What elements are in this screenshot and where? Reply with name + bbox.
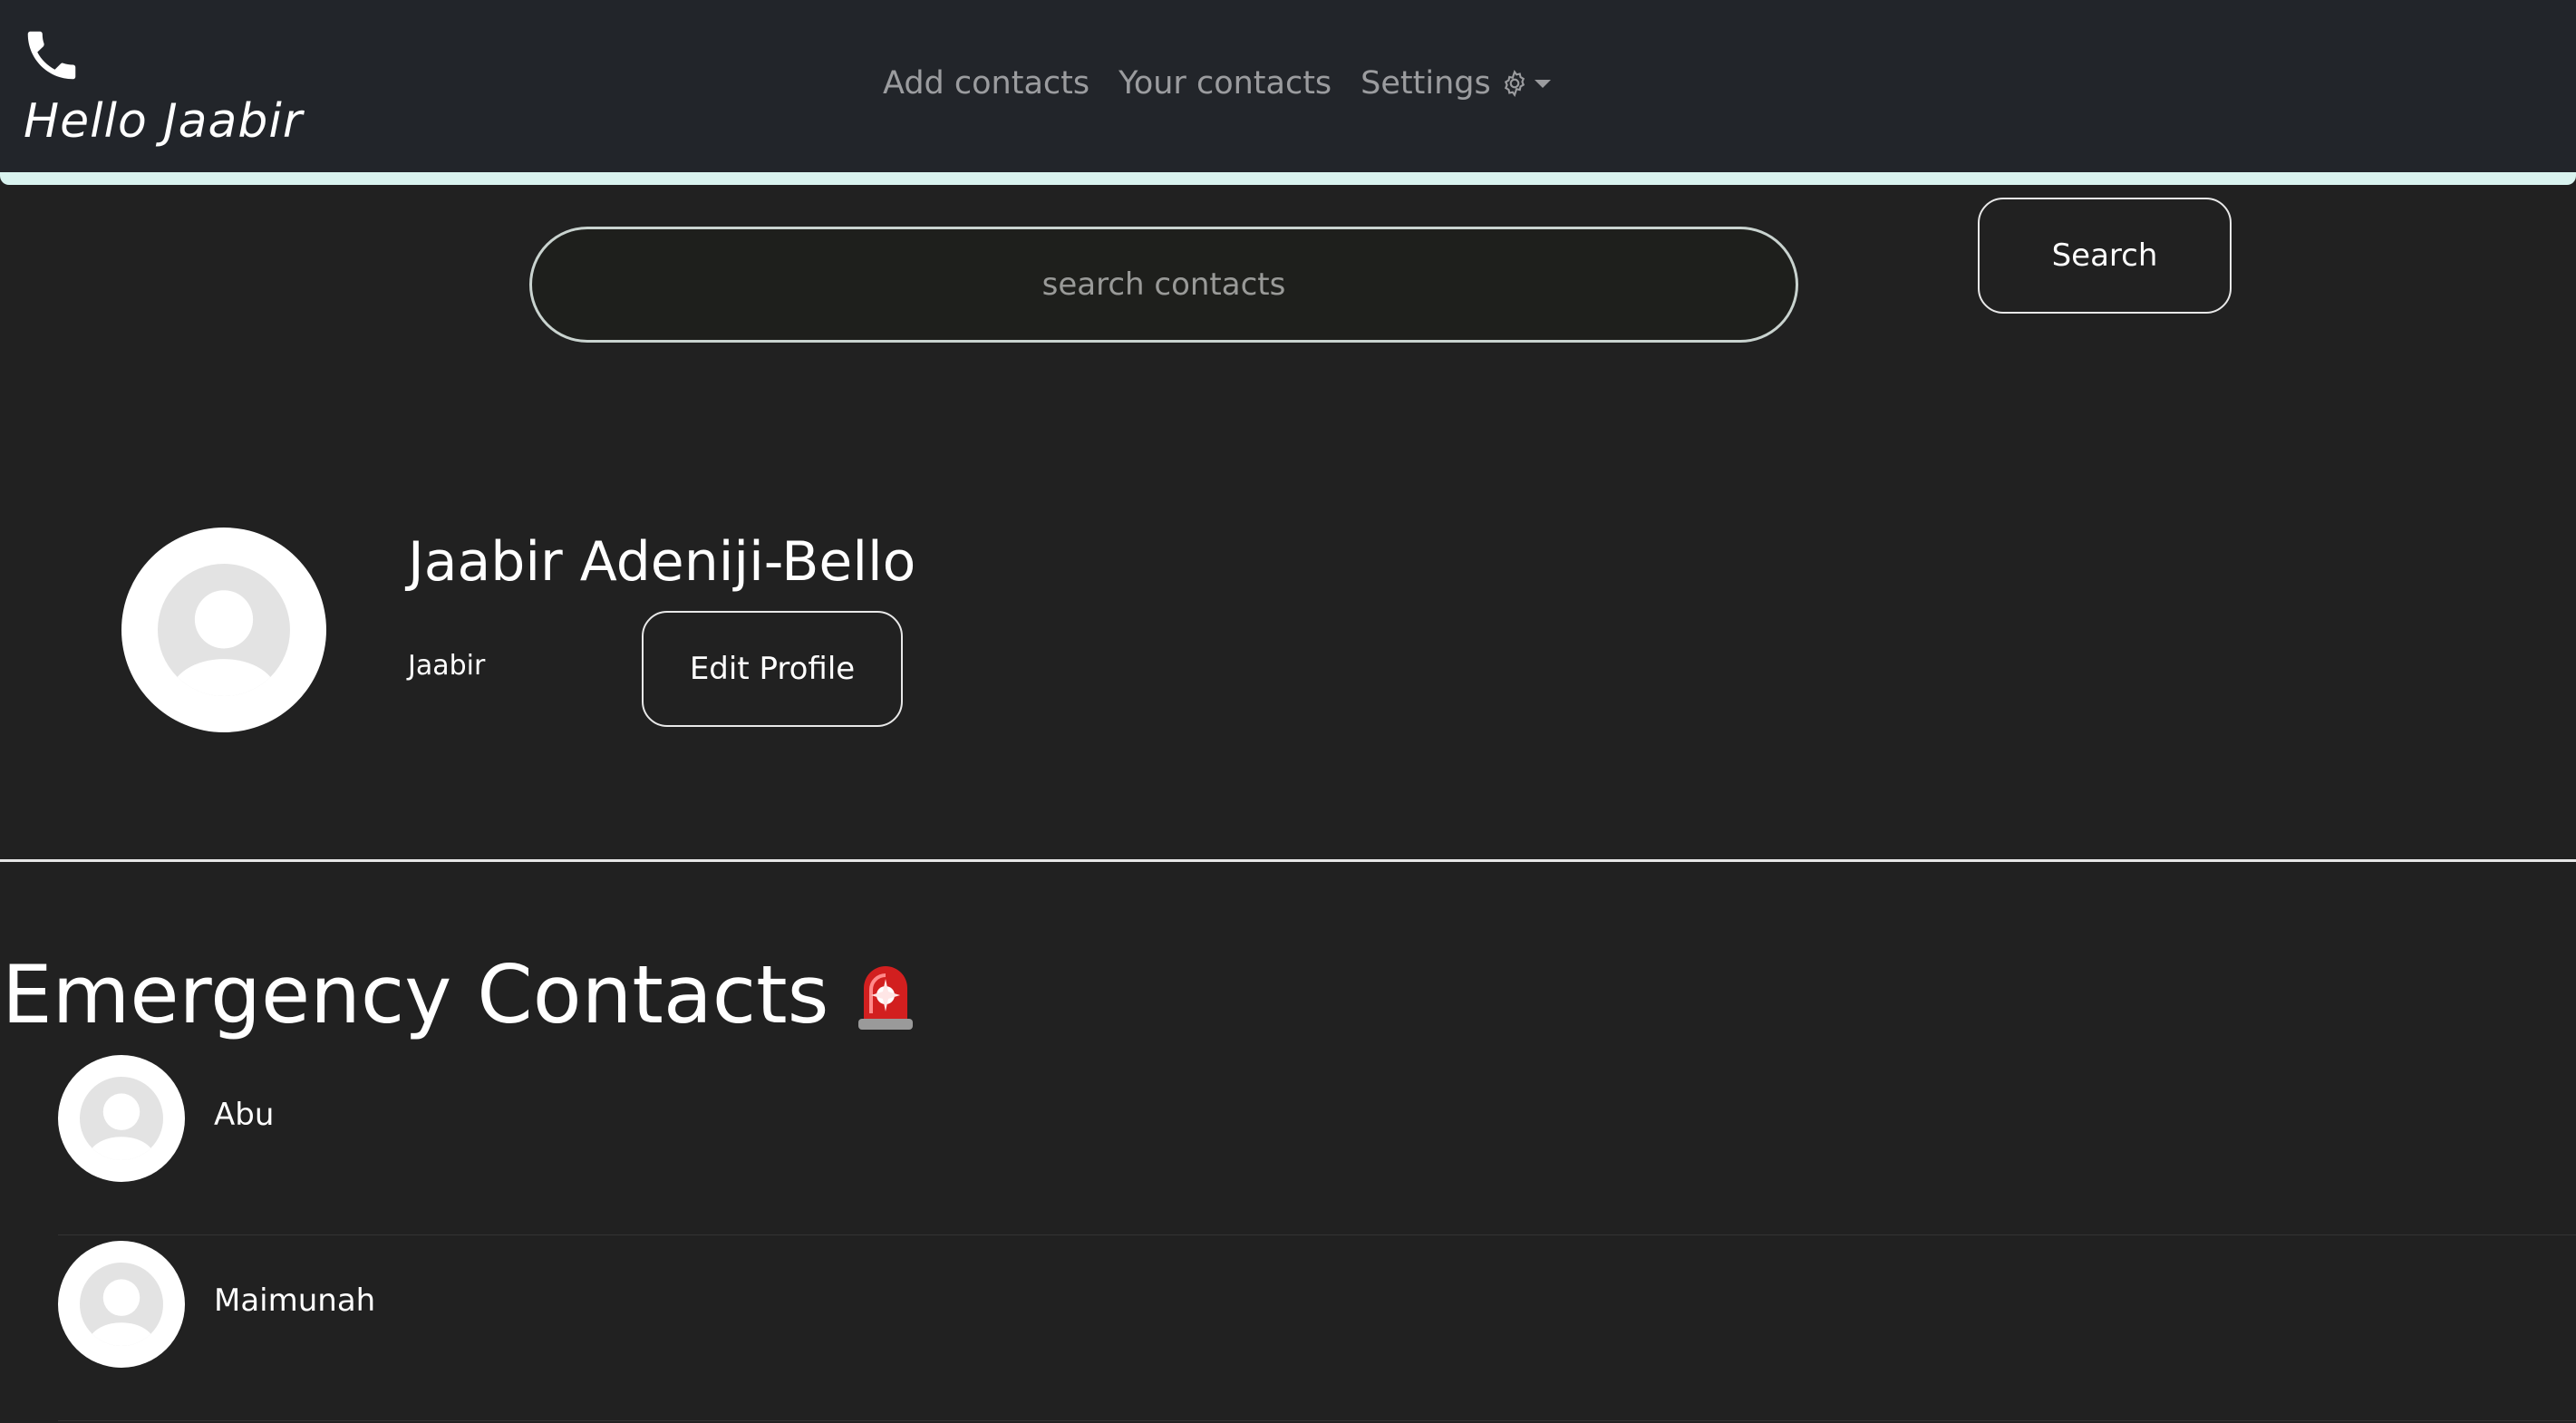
emergency-contact-list: Abu Maimunah	[58, 1050, 2576, 1421]
caret-down-icon	[1534, 79, 1551, 88]
emergency-contacts-heading: Emergency Contacts	[2, 948, 916, 1041]
section-divider	[0, 859, 2576, 862]
gear-icon	[1504, 70, 1525, 97]
nav-your-contacts[interactable]: Your contacts	[1119, 65, 1332, 102]
default-avatar-icon	[80, 1263, 163, 1346]
nav-add-contacts[interactable]: Add contacts	[883, 65, 1089, 102]
phone-icon[interactable]	[20, 24, 83, 87]
profile-full-name: Jaabir Adeniji-Bello	[408, 530, 916, 594]
greeting-brand[interactable]: Hello Jaabir	[24, 94, 303, 149]
emergency-contacts-title: Emergency Contacts	[2, 948, 829, 1041]
profile-username: Jaabir	[408, 650, 486, 682]
default-avatar-icon	[80, 1077, 163, 1160]
main-nav: Add contacts Your contacts Settings	[883, 65, 1551, 102]
contact-name: Abu	[214, 1097, 275, 1133]
contact-avatar	[58, 1055, 185, 1182]
navbar: Hello Jaabir Add contacts Your contacts …	[0, 0, 2576, 185]
nav-settings-dropdown[interactable]: Settings	[1361, 65, 1551, 102]
search-button[interactable]: Search	[1978, 198, 2232, 314]
contact-list-item[interactable]: Maimunah	[58, 1235, 2576, 1421]
default-avatar-icon	[158, 564, 290, 696]
profile-avatar	[121, 528, 326, 732]
siren-icon	[857, 965, 913, 1030]
search-contacts-input[interactable]	[529, 227, 1798, 343]
edit-profile-button[interactable]: Edit Profile	[642, 611, 903, 727]
contact-list-item[interactable]: Abu	[58, 1050, 2576, 1235]
nav-settings-label: Settings	[1361, 65, 1491, 102]
contact-name: Maimunah	[214, 1283, 376, 1319]
contact-avatar	[58, 1241, 185, 1368]
